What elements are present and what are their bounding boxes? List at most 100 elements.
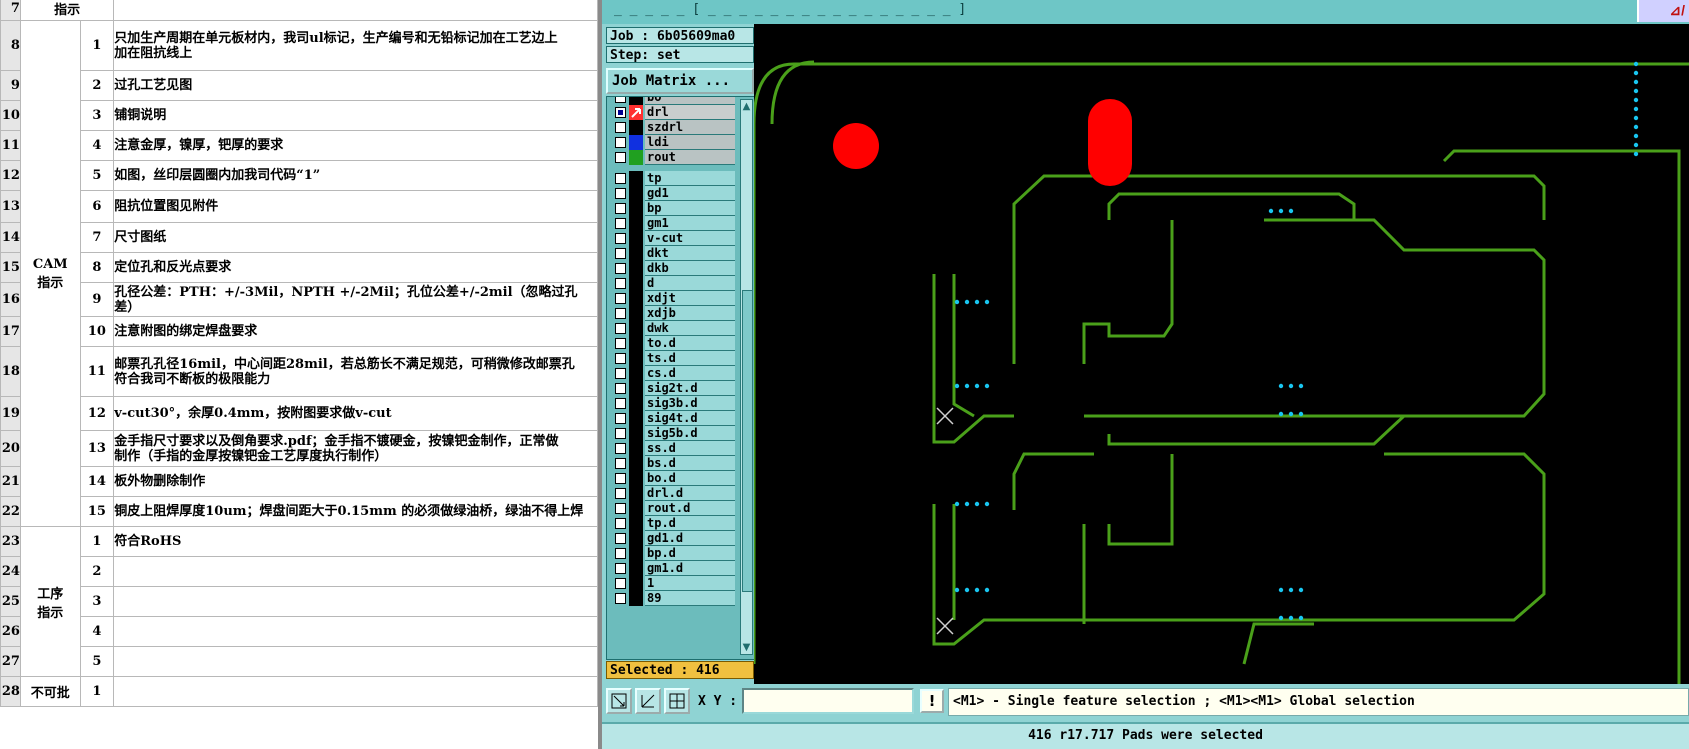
selected-pad[interactable] [954,587,960,593]
zoom-area-button[interactable] [606,688,632,714]
layer-checkbox[interactable] [615,413,626,424]
layer-color-swatch[interactable] [629,576,643,591]
layer-row[interactable]: rout [609,150,737,165]
item-text-cell[interactable] [113,676,598,707]
graphic-editor-canvas[interactable] [754,24,1689,684]
layer-checkbox[interactable] [615,308,626,319]
selected-pad[interactable] [1633,79,1639,85]
selected-pad[interactable] [1298,383,1304,389]
layer-color-swatch[interactable] [629,426,643,441]
layer-color-swatch[interactable] [629,291,643,306]
selected-pad[interactable] [964,299,970,305]
selected-pad[interactable] [1288,383,1294,389]
scroll-down-icon[interactable]: ▼ [741,641,752,654]
category-cell[interactable]: 指示 [19,0,115,21]
layer-checkbox[interactable] [615,473,626,484]
row-header[interactable]: 24 [0,556,21,587]
layer-row[interactable]: gm1 [609,216,737,231]
layer-color-swatch[interactable] [629,441,643,456]
item-text-cell[interactable] [113,586,598,617]
scroll-thumb[interactable] [742,290,753,592]
selected-pad[interactable] [1633,106,1639,112]
selected-pad[interactable] [1633,142,1639,148]
row-header[interactable]: 21 [0,466,21,497]
item-text-cell[interactable]: 注意金厚，镍厚，钯厚的要求 [113,130,598,161]
layer-color-swatch[interactable] [629,501,643,516]
layer-checkbox[interactable] [615,218,626,229]
layer-checkbox[interactable] [615,443,626,454]
item-text-cell[interactable]: 金手指尺寸要求以及倒角要求.pdf；金手指不镀硬金，按镍钯金制作，正常做 制作（手… [113,430,598,467]
layer-checkbox[interactable] [615,338,626,349]
row-header[interactable]: 23 [0,526,21,557]
row-header[interactable]: 9 [0,70,21,101]
layer-row[interactable]: xdjt [609,291,737,306]
layer-row[interactable]: ts.d [609,351,737,366]
layer-color-swatch[interactable] [629,186,643,201]
selected-pad[interactable] [954,383,960,389]
layer-color-swatch[interactable] [629,105,643,120]
layer-checkbox[interactable] [615,152,626,163]
item-number-cell[interactable]: 8 [79,252,115,283]
layer-row[interactable]: rout.d [609,501,737,516]
layer-color-swatch[interactable] [629,381,643,396]
item-text-cell[interactable]: 孔径公差：PTH：+/-3Mil，NPTH +/-2Mil；孔位公差+/-2mi… [113,282,598,317]
selected-pad[interactable] [984,587,990,593]
item-text-cell[interactable]: 如图，丝印层圆圈内加我司代码“1” [113,160,598,191]
pad[interactable] [1088,99,1132,186]
row-header[interactable]: 14 [0,222,21,253]
selected-pad[interactable] [974,383,980,389]
layer-checkbox[interactable] [615,233,626,244]
cam-category-cell[interactable]: CAM 指示 [19,20,81,527]
item-number-cell[interactable]: 2 [79,556,115,587]
layer-row[interactable]: tp.d [609,516,737,531]
layer-row[interactable]: bo.d [609,471,737,486]
layer-checkbox[interactable] [615,323,626,334]
layer-color-swatch[interactable] [629,135,643,150]
xy-input[interactable] [742,688,914,714]
selected-pad[interactable] [1633,151,1639,157]
layer-checkbox[interactable] [615,107,626,118]
layer-row[interactable]: sig3b.d [609,396,737,411]
layer-color-swatch[interactable] [629,246,643,261]
layer-color-swatch[interactable] [629,486,643,501]
item-text-cell[interactable]: v-cut30°，余厚0.4mm，按附图要求做v-cut [113,396,598,431]
layer-row[interactable]: 1 [609,576,737,591]
layer-row[interactable]: xdjb [609,306,737,321]
item-text-cell[interactable] [113,616,598,647]
row-header[interactable]: 16 [0,282,21,317]
layer-row[interactable]: 89 [609,591,737,606]
item-number-cell[interactable]: 10 [79,316,115,347]
row-header[interactable]: 19 [0,396,21,431]
row-header[interactable]: 8 [0,20,21,71]
item-text-cell[interactable]: 铜皮上阻焊厚度10um；焊盘间距大于0.15mm 的必须做绿油桥，绿油不得上焊 [113,496,598,527]
layer-color-swatch[interactable] [629,546,643,561]
row-header[interactable]: 12 [0,160,21,191]
selected-pad[interactable] [964,383,970,389]
selected-pad[interactable] [984,299,990,305]
process-category-cell[interactable]: 工序 指示 [19,526,81,677]
selected-pad[interactable] [1288,587,1294,593]
layer-color-swatch[interactable] [629,150,643,165]
layer-row[interactable]: dwk [609,321,737,336]
layer-row[interactable]: to.d [609,336,737,351]
layer-checkbox[interactable] [615,188,626,199]
selected-pad[interactable] [1298,615,1304,621]
layer-color-swatch[interactable] [629,396,643,411]
layer-color-swatch[interactable] [629,336,643,351]
layer-color-swatch[interactable] [629,231,643,246]
layer-checkbox[interactable] [615,173,626,184]
selected-pad[interactable] [1278,208,1284,214]
selected-pad[interactable] [1278,411,1284,417]
selected-pad[interactable] [974,587,980,593]
layer-color-swatch[interactable] [629,411,643,426]
layer-checkbox[interactable] [615,248,626,259]
layer-color-swatch[interactable] [629,306,643,321]
item-text-cell[interactable]: 符合RoHS [113,526,598,557]
item-number-cell[interactable]: 6 [79,190,115,223]
selected-pad[interactable] [984,501,990,507]
selected-pad[interactable] [1633,70,1639,76]
layer-row[interactable]: gd1 [609,186,737,201]
selected-pad[interactable] [974,501,980,507]
selected-pad[interactable] [1298,587,1304,593]
alert-button[interactable]: ! [920,689,944,713]
